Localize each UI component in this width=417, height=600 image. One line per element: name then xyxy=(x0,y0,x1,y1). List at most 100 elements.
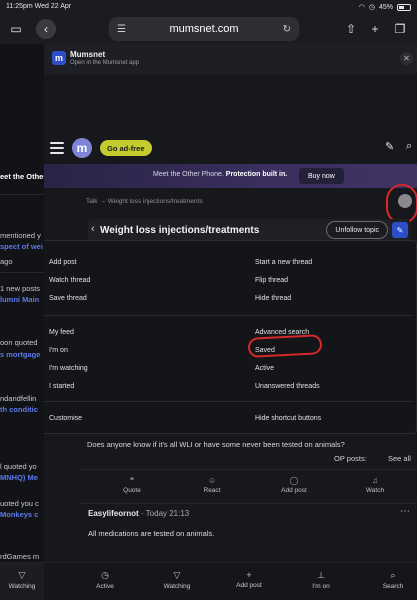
thread-title: Weight loss injections/treatments xyxy=(100,225,260,236)
menu-im-on[interactable]: I'm on xyxy=(49,347,68,354)
nav-im-on[interactable]: ⊥ I'm on xyxy=(296,570,346,590)
menu-hide-shortcut-buttons[interactable]: Hide shortcut buttons xyxy=(255,415,321,422)
menu-divider xyxy=(45,401,413,402)
bell-icon: ♫ xyxy=(372,476,378,485)
menu-add-post[interactable]: Add post xyxy=(49,259,77,266)
quote-button[interactable]: ❝ Quote xyxy=(102,476,162,494)
menu-save-thread[interactable]: Save thread xyxy=(49,295,87,302)
alarm-icon: ◷ xyxy=(368,4,375,11)
nav-watching-bg: ▽ Watching xyxy=(0,570,47,590)
app-banner[interactable]: m Mumsnet Open in the Mumsnet app ✕ xyxy=(44,44,417,74)
hamburger-menu-icon[interactable] xyxy=(50,142,64,154)
page-settings-icon[interactable]: ☰ xyxy=(117,24,126,35)
menu-my-feed[interactable]: My feed xyxy=(49,329,74,336)
buy-now-button[interactable]: Buy now xyxy=(299,168,344,184)
status-icons: ◠ ◷ 45% xyxy=(359,3,411,11)
bg-link[interactable]: s mortgage xyxy=(0,350,40,359)
back-button[interactable]: ‹ xyxy=(36,19,56,39)
nav-search[interactable]: ⌕ Search xyxy=(368,570,417,590)
status-time: 11:25pm Wed 22 Apr xyxy=(6,3,72,10)
post-actions: ❝ Quote ☺ React ◯ Add post ♫ Watch xyxy=(80,476,417,504)
unfollow-topic-button[interactable]: Unfollow topic xyxy=(326,221,388,239)
add-post-button[interactable]: ◯ Add post xyxy=(264,476,324,494)
promo-text: Meet the Other Phone. Protection built i… xyxy=(153,171,288,178)
menu-active[interactable]: Active xyxy=(255,365,274,372)
tabs-icon[interactable]: ❐ xyxy=(390,19,410,39)
bg-link[interactable]: Monkeys c xyxy=(0,510,38,519)
go-ad-free-button[interactable]: Go ad-free xyxy=(100,140,152,156)
url-field[interactable]: ☰ mumsnet.com ↻ xyxy=(109,17,299,41)
clock-icon: ◷ xyxy=(101,570,109,580)
bg-text: mentioned y xyxy=(0,231,41,240)
reload-icon[interactable]: ↻ xyxy=(283,24,291,35)
quote-icon: ❝ xyxy=(129,476,135,485)
bg-text: uoted you c xyxy=(0,499,39,508)
annotation-oval xyxy=(247,334,323,358)
filter-icon: ▽ xyxy=(18,570,26,580)
thread-tools-icon[interactable]: ✎ xyxy=(392,222,408,238)
breadcrumb-talk[interactable]: Talk xyxy=(86,198,98,205)
breadcrumb: Talk → Weight loss injections/treatments xyxy=(86,198,203,205)
mumsnet-logo[interactable]: m xyxy=(72,138,92,158)
battery-percent: 45% xyxy=(378,3,393,11)
bg-text: rdGames m xyxy=(0,552,40,561)
divider xyxy=(80,503,417,504)
nav-active[interactable]: ◷ Active xyxy=(80,570,130,590)
annotation-circle xyxy=(386,184,417,224)
background-page: eet the Other mentioned y spect of wei a… xyxy=(0,44,44,600)
bg-text: l quoted yo xyxy=(0,462,37,471)
share-icon[interactable]: ⇧ xyxy=(341,19,361,39)
new-tab-icon[interactable]: + xyxy=(365,19,385,39)
bottom-nav: ▽ Watching ◷ Active ▽ Watching + Add post ⊥ I… xyxy=(0,562,417,600)
bg-text: 1 new posts xyxy=(0,284,41,293)
see-all-link[interactable]: See all xyxy=(388,454,411,463)
menu-advanced-search[interactable]: Advanced search xyxy=(255,329,309,336)
app-banner-subtitle: Open in the Mumsnet app xyxy=(70,60,140,66)
post-body: Does anyone know if it's all WLI or have… xyxy=(87,440,345,449)
site-header: m Go ad-free ✎ ⌕ xyxy=(44,134,417,164)
url-text: mumsnet.com xyxy=(169,23,239,35)
menu-i-started[interactable]: I started xyxy=(49,383,74,390)
bg-text: ndandfellin xyxy=(0,394,37,403)
search-icon[interactable]: ⌕ xyxy=(406,140,412,153)
close-icon[interactable]: ✕ xyxy=(400,52,413,65)
mumsnet-page: m Mumsnet Open in the Mumsnet app ✕ m Go… xyxy=(44,44,417,600)
chevron-left-icon[interactable]: ‹ xyxy=(91,223,95,235)
menu-watch-thread[interactable]: Watch thread xyxy=(49,277,90,284)
menu-divider xyxy=(45,315,413,316)
breadcrumb-topic[interactable]: Weight loss injections/treatments xyxy=(108,198,203,205)
bg-link[interactable]: lumni Main xyxy=(0,295,39,304)
watch-button[interactable]: ♫ Watch xyxy=(345,476,405,494)
post-body: All medications are tested on animals. xyxy=(88,529,215,538)
status-bar: 11:25pm Wed 22 Apr ◠ ◷ 45% xyxy=(0,0,417,14)
filter-icon: ▽ xyxy=(173,570,181,580)
menu-hide-thread[interactable]: Hide thread xyxy=(255,295,291,302)
bg-link[interactable]: spect of wei xyxy=(0,242,43,251)
mumsnet-app-icon: m xyxy=(52,51,66,65)
menu-customise[interactable]: Customise xyxy=(49,415,82,422)
menu-im-watching[interactable]: I'm watching xyxy=(49,365,88,372)
background-nav: ▽ Watching xyxy=(0,563,44,600)
menu-flip-thread[interactable]: Flip thread xyxy=(255,277,288,284)
menu-saved[interactable]: Saved xyxy=(255,347,275,354)
menu-start-new-thread[interactable]: Start a new thread xyxy=(255,259,312,266)
divider xyxy=(80,469,417,470)
bg-link[interactable]: MNHQ) Me xyxy=(0,473,38,482)
wifi-icon: ◠ xyxy=(358,4,365,11)
post-author: Easylifeornot · Today 21:13 xyxy=(88,509,190,518)
menu-unanswered-threads[interactable]: Unanswered threads xyxy=(255,383,320,390)
bg-text: eet the Other xyxy=(0,172,44,181)
search-icon: ⌕ xyxy=(390,570,396,580)
more-options-icon[interactable]: ⋯ xyxy=(400,506,410,517)
promo-banner[interactable]: Meet the Other Phone. Protection built i… xyxy=(44,164,417,188)
nav-add-post[interactable]: + Add post xyxy=(224,570,274,589)
edit-icon[interactable]: ✎ xyxy=(385,140,394,153)
react-button[interactable]: ☺ React xyxy=(182,476,242,494)
op-posts-label: OP posts: xyxy=(334,454,367,463)
nav-watching[interactable]: ▽ Watching xyxy=(152,570,202,590)
app-banner-title: Mumsnet xyxy=(70,50,106,59)
smiley-icon: ☺ xyxy=(207,476,217,485)
add-icon: + xyxy=(246,570,252,580)
bg-link[interactable]: th conditic xyxy=(0,405,38,414)
sidebar-toggle-icon[interactable]: ▭ xyxy=(6,19,26,39)
